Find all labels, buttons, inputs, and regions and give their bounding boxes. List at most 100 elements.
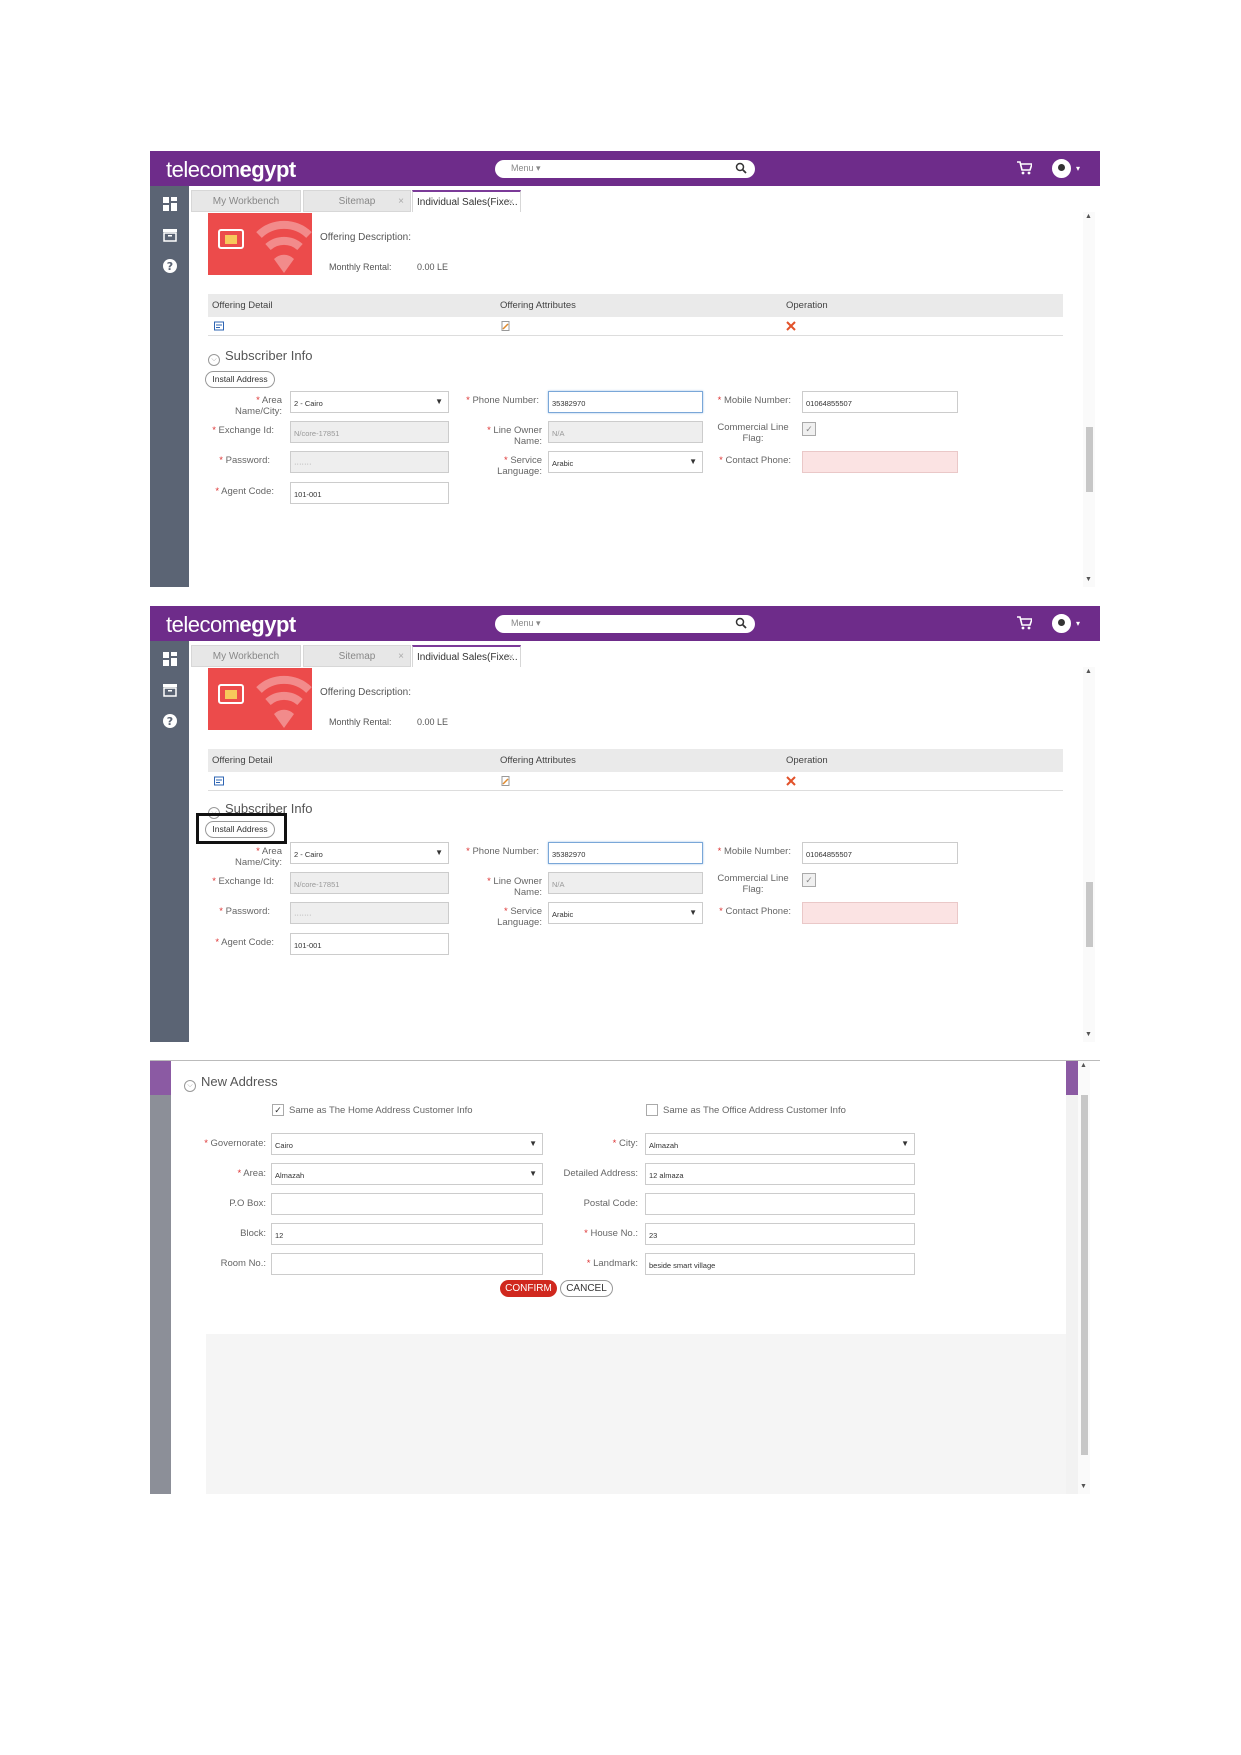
tab-sitemap[interactable]: Sitemap × bbox=[303, 190, 411, 212]
line-owner-input[interactable]: N/A bbox=[548, 421, 703, 443]
commercial-line-flag-checkbox[interactable]: ✓ bbox=[802, 873, 816, 887]
mobile-number-input[interactable]: 01064855507 bbox=[802, 391, 958, 413]
user-avatar[interactable] bbox=[1052, 159, 1071, 178]
menu-dropdown[interactable]: Menu ▾ bbox=[511, 618, 541, 629]
phone-number-input[interactable]: 35382970 bbox=[548, 391, 703, 413]
vertical-scrollbar[interactable]: ▲ ▼ bbox=[1078, 1061, 1090, 1494]
area-name-select[interactable]: 2 - Cairo ▼ bbox=[290, 391, 449, 413]
edit-attributes-icon[interactable] bbox=[501, 321, 511, 331]
cart-icon[interactable] bbox=[1016, 615, 1032, 631]
scroll-up-icon[interactable]: ▲ bbox=[1080, 1062, 1087, 1069]
service-language-select[interactable]: Arabic ▼ bbox=[548, 902, 703, 924]
agent-code-label: * Agent Code: bbox=[215, 937, 274, 948]
dashboard-icon[interactable] bbox=[162, 196, 178, 212]
scroll-down-icon[interactable]: ▼ bbox=[1080, 1483, 1087, 1490]
landmark-input[interactable]: beside smart village bbox=[645, 1253, 915, 1275]
search-icon[interactable] bbox=[735, 162, 747, 174]
vertical-scrollbar[interactable]: ▲ ▼ bbox=[1083, 212, 1095, 587]
detail-icon[interactable] bbox=[214, 776, 224, 786]
room-no-input[interactable] bbox=[271, 1253, 543, 1275]
area-name-select[interactable]: 2 - Cairo ▼ bbox=[290, 842, 449, 864]
col-offering-attributes: Offering Attributes bbox=[500, 755, 576, 766]
dashboard-icon[interactable] bbox=[162, 651, 178, 667]
agent-code-input[interactable]: 101-001 bbox=[290, 482, 449, 504]
collapse-icon[interactable]: ⌵ bbox=[208, 354, 220, 366]
user-avatar[interactable] bbox=[1052, 614, 1071, 633]
postal-code-input[interactable] bbox=[645, 1193, 915, 1215]
house-no-input[interactable]: 23 bbox=[645, 1223, 915, 1245]
help-icon[interactable]: ? bbox=[162, 258, 178, 274]
city-select[interactable]: Almazah ▼ bbox=[645, 1133, 915, 1155]
detail-icon[interactable] bbox=[214, 321, 224, 331]
close-icon[interactable]: × bbox=[508, 652, 514, 663]
same-home-checkbox[interactable]: ✓ bbox=[272, 1104, 284, 1116]
delete-icon[interactable] bbox=[786, 776, 796, 786]
cancel-button[interactable]: CANCEL bbox=[560, 1280, 613, 1297]
archive-icon[interactable] bbox=[162, 227, 178, 243]
menu-search-box[interactable]: Menu ▾ bbox=[495, 615, 755, 633]
chevron-down-icon: ▼ bbox=[529, 1169, 537, 1178]
scrollbar-thumb[interactable] bbox=[1086, 882, 1093, 947]
install-address-button[interactable]: Install Address bbox=[205, 371, 275, 388]
vertical-scrollbar[interactable]: ▲ ▼ bbox=[1083, 667, 1095, 1042]
chevron-down-icon: ▼ bbox=[435, 848, 443, 857]
install-address-button[interactable]: Install Address bbox=[205, 821, 275, 838]
password-input[interactable]: ······· bbox=[290, 902, 449, 924]
close-icon[interactable]: × bbox=[508, 197, 514, 208]
archive-icon[interactable] bbox=[162, 682, 178, 698]
tab-bar: My Workbench Sitemap × Individual Sales(F… bbox=[189, 186, 1100, 212]
collapse-icon[interactable]: ⌵ bbox=[184, 1080, 196, 1092]
tab-individual-sales[interactable]: Individual Sales(Fixe... × bbox=[412, 190, 521, 212]
confirm-button[interactable]: CONFIRM bbox=[500, 1280, 557, 1297]
scroll-up-icon[interactable]: ▲ bbox=[1085, 668, 1092, 675]
line-owner-input[interactable]: N/A bbox=[548, 872, 703, 894]
phone-number-input[interactable]: 35382970 bbox=[548, 842, 703, 864]
delete-icon[interactable] bbox=[786, 321, 796, 331]
detailed-address-input[interactable]: 12 almaza bbox=[645, 1163, 915, 1185]
scroll-down-icon[interactable]: ▼ bbox=[1085, 576, 1092, 583]
close-icon[interactable]: × bbox=[398, 196, 404, 207]
same-office-checkbox[interactable] bbox=[646, 1104, 658, 1116]
block-input[interactable]: 12 bbox=[271, 1223, 543, 1245]
password-input[interactable]: ······· bbox=[290, 451, 449, 473]
agent-code-input[interactable]: 101-001 bbox=[290, 933, 449, 955]
search-icon[interactable] bbox=[735, 617, 747, 629]
exchange-id-input[interactable]: N/core-17851 bbox=[290, 421, 449, 443]
menu-search-box[interactable]: Menu ▾ bbox=[495, 160, 755, 178]
house-no-label: * House No.: bbox=[584, 1228, 638, 1239]
col-operation: Operation bbox=[786, 755, 828, 766]
commercial-line-flag-label: Commercial Line Flag: bbox=[717, 422, 789, 444]
scrollbar-thumb[interactable] bbox=[1081, 1095, 1088, 1455]
scroll-down-icon[interactable]: ▼ bbox=[1085, 1031, 1092, 1038]
chevron-down-icon[interactable]: ▾ bbox=[1076, 619, 1080, 628]
close-icon[interactable]: × bbox=[398, 651, 404, 662]
empty-panel bbox=[206, 1334, 1066, 1494]
tab-my-workbench[interactable]: My Workbench bbox=[191, 190, 301, 212]
tab-my-workbench[interactable]: My Workbench bbox=[191, 645, 301, 667]
new-address-title[interactable]: ⌵ New Address bbox=[184, 1074, 278, 1092]
commercial-line-flag-checkbox[interactable]: ✓ bbox=[802, 422, 816, 436]
chevron-down-icon[interactable]: ▾ bbox=[1076, 164, 1080, 173]
contact-phone-input[interactable] bbox=[802, 451, 958, 473]
subscriber-info-title[interactable]: ⌵ Subscriber Info bbox=[208, 348, 312, 366]
contact-phone-input[interactable] bbox=[802, 902, 958, 924]
edit-attributes-icon[interactable] bbox=[501, 776, 511, 786]
tab-sitemap[interactable]: Sitemap × bbox=[303, 645, 411, 667]
exchange-id-input[interactable]: N/core-17851 bbox=[290, 872, 449, 894]
cart-icon[interactable] bbox=[1016, 160, 1032, 176]
pobox-input[interactable] bbox=[271, 1193, 543, 1215]
exchange-id-label: * Exchange Id: bbox=[212, 425, 274, 436]
block-label: Block: bbox=[240, 1228, 266, 1239]
scrollbar-thumb[interactable] bbox=[1086, 427, 1093, 492]
governorate-select[interactable]: Cairo ▼ bbox=[271, 1133, 543, 1155]
contact-phone-label: * Contact Phone: bbox=[719, 906, 791, 917]
area-select[interactable]: Almazah ▼ bbox=[271, 1163, 543, 1185]
help-icon[interactable]: ? bbox=[162, 713, 178, 729]
tab-individual-sales[interactable]: Individual Sales(Fixe... × bbox=[412, 645, 521, 667]
service-language-select[interactable]: Arabic ▼ bbox=[548, 451, 703, 473]
mobile-number-input[interactable]: 01064855507 bbox=[802, 842, 958, 864]
area-name-label: * Area Name/City: bbox=[235, 846, 282, 868]
commercial-line-flag-label: Commercial Line Flag: bbox=[717, 873, 789, 895]
menu-dropdown[interactable]: Menu ▾ bbox=[511, 163, 541, 174]
scroll-up-icon[interactable]: ▲ bbox=[1085, 213, 1092, 220]
